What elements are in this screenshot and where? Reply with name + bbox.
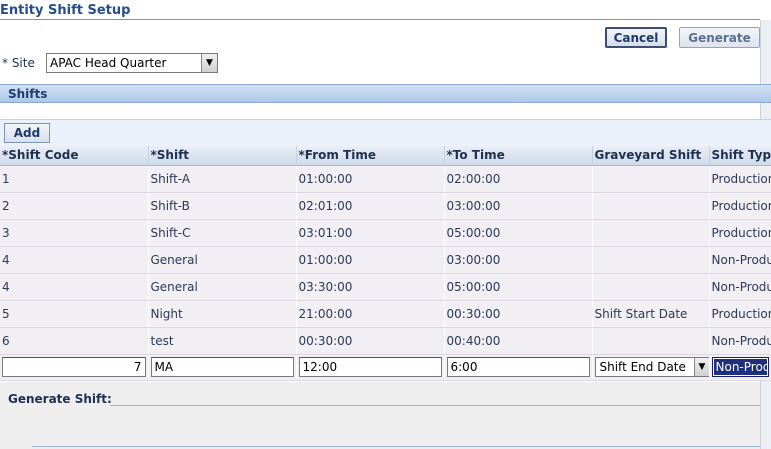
generate-button[interactable]: Generate — [679, 27, 760, 48]
cell-to-time: 05:00:00 — [444, 219, 593, 247]
shift-type-select[interactable]: Non-Production — [711, 357, 769, 377]
cell-shift-code: 4 — [0, 273, 149, 301]
cell-from-time: 03:01:00 — [296, 219, 445, 247]
add-shift-button[interactable]: Add — [4, 123, 50, 143]
cell-graveyard-shift — [592, 192, 710, 220]
cell-shift-type: Non-Production — [709, 273, 771, 301]
cell-to-time: 05:00:00 — [444, 273, 593, 301]
cell-graveyard-shift — [592, 246, 710, 274]
title-divider — [0, 19, 760, 20]
edit-cell-graveyard-shift: Shift End Date ▼ — [592, 354, 710, 381]
shifts-toolbar: Add — [0, 119, 771, 146]
chevron-down-icon[interactable]: ▼ — [693, 358, 708, 376]
site-select-value: APAC Head Quarter — [50, 56, 167, 70]
graveyard-shift-select-value: Shift End Date — [599, 360, 686, 374]
cell-from-time: 01:00:00 — [296, 165, 445, 193]
table-row[interactable]: 2 Shift-B 02:01:00 03:00:00 Production — [0, 192, 771, 220]
shifts-section-title: Shifts — [8, 87, 48, 101]
edit-cell-shift — [148, 354, 297, 381]
to-time-input[interactable] — [446, 357, 590, 377]
table-row[interactable]: 4 General 03:30:00 05:00:00 Non-Producti… — [0, 273, 771, 301]
edit-cell-from-time — [296, 354, 445, 381]
site-select[interactable]: APAC Head Quarter ▼ — [46, 53, 218, 73]
table-row[interactable]: 4 General 01:00:00 03:00:00 Non-Producti… — [0, 246, 771, 274]
table-row[interactable]: 6 test 00:30:00 00:40:00 Non-Production — [0, 327, 771, 355]
from-time-input[interactable] — [298, 357, 442, 377]
cell-from-time: 00:30:00 — [296, 327, 445, 355]
cell-shift-type: Non-Production — [709, 327, 771, 355]
generate-shift-title: Generate Shift: — [8, 392, 112, 406]
cell-shift-code: 2 — [0, 192, 149, 220]
cell-to-time: 00:40:00 — [444, 327, 593, 355]
column-header-from-time[interactable]: *From Time — [296, 146, 445, 166]
column-header-shift-code[interactable]: *Shift Code — [0, 146, 149, 166]
column-header-shift-type[interactable]: Shift Type — [709, 146, 771, 166]
cell-shift-code: 5 — [0, 300, 149, 328]
cell-shift: Night — [148, 300, 297, 328]
cell-shift-type: Production — [709, 192, 771, 220]
cancel-button[interactable]: Cancel — [605, 27, 667, 48]
cell-shift: General — [148, 273, 297, 301]
table-row[interactable]: 1 Shift-A 01:00:00 02:00:00 Production — [0, 165, 771, 193]
table-row[interactable]: 5 Night 21:00:00 00:30:00 Shift Start Da… — [0, 300, 771, 328]
table-row[interactable]: 3 Shift-C 03:01:00 05:00:00 Production — [0, 219, 771, 247]
cell-shift-code: 6 — [0, 327, 149, 355]
cell-shift: Shift-A — [148, 165, 297, 193]
edit-cell-shift-type: Non-Production — [709, 354, 771, 381]
cell-shift-type: Production — [709, 300, 771, 328]
cell-to-time: 02:00:00 — [444, 165, 593, 193]
column-header-shift[interactable]: *Shift — [148, 146, 297, 166]
graveyard-shift-select[interactable]: Shift End Date ▼ — [594, 357, 708, 377]
column-header-graveyard-shift[interactable]: Graveyard Shift — [592, 146, 710, 166]
cell-from-time: 02:01:00 — [296, 192, 445, 220]
shifts-table: *Shift Code *Shift *From Time *To Time G… — [0, 146, 771, 381]
cell-shift-type: Production — [709, 219, 771, 247]
chevron-down-icon[interactable]: ▼ — [201, 54, 217, 72]
cell-shift-type: Production — [709, 165, 771, 193]
cell-from-time: 21:00:00 — [296, 300, 445, 328]
site-label: * Site — [2, 56, 35, 70]
cell-shift: General — [148, 246, 297, 274]
edit-cell-to-time — [444, 354, 593, 381]
cell-to-time: 03:00:00 — [444, 192, 593, 220]
cell-to-time: 03:00:00 — [444, 246, 593, 274]
column-header-to-time[interactable]: *To Time — [444, 146, 593, 166]
cell-to-time: 00:30:00 — [444, 300, 593, 328]
cell-from-time: 03:30:00 — [296, 273, 445, 301]
cell-graveyard-shift: Shift Start Date — [592, 300, 710, 328]
cell-shift: Shift-B — [148, 192, 297, 220]
generate-shift-section: Generate Shift: — [0, 382, 760, 449]
shift-type-select-value: Non-Production — [713, 359, 767, 375]
shift-code-input[interactable] — [2, 357, 146, 377]
shifts-section-header: Shifts — [0, 84, 771, 103]
table-edit-row: Shift End Date ▼ Non-Production — [0, 354, 771, 381]
cell-shift-code: 4 — [0, 246, 149, 274]
cell-shift: Shift-C — [148, 219, 297, 247]
cell-graveyard-shift — [592, 327, 710, 355]
cell-graveyard-shift — [592, 273, 710, 301]
cell-graveyard-shift — [592, 165, 710, 193]
cell-shift: test — [148, 327, 297, 355]
cell-graveyard-shift — [592, 219, 710, 247]
cell-shift-code: 3 — [0, 219, 149, 247]
cell-shift-type: Non-Production — [709, 246, 771, 274]
table-header-row: *Shift Code *Shift *From Time *To Time G… — [0, 146, 771, 166]
page-title: Entity Shift Setup — [0, 3, 131, 18]
cell-shift-code: 1 — [0, 165, 149, 193]
generate-shift-divider — [110, 405, 760, 406]
shift-name-input[interactable] — [150, 357, 294, 377]
cell-from-time: 01:00:00 — [296, 246, 445, 274]
generate-shift-bottom-divider — [32, 446, 760, 447]
edit-cell-shift-code — [0, 354, 149, 381]
